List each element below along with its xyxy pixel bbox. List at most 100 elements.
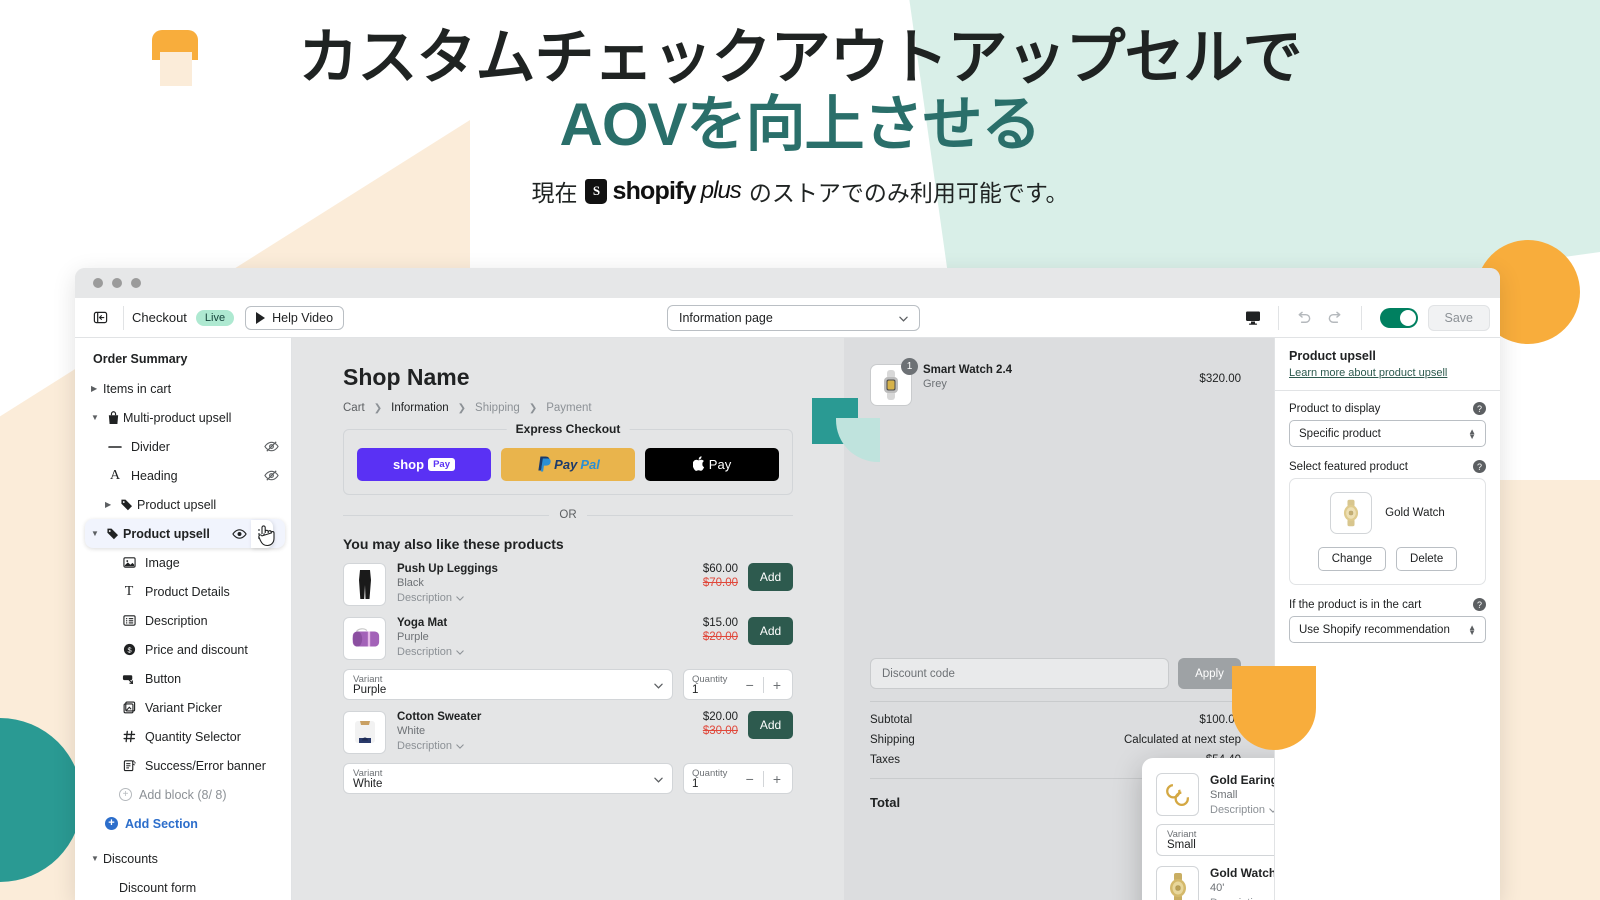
- preview-toggle[interactable]: [1379, 307, 1418, 328]
- text-T-icon: T: [124, 583, 134, 599]
- checkout-preview-canvas: Shop Name Cart ❯ Information ❯ Shipping …: [292, 338, 1274, 900]
- breadcrumb-payment[interactable]: Payment: [546, 402, 591, 414]
- add-block-label: Add block (8/ 8): [139, 787, 227, 802]
- sidebar-item-heading[interactable]: A Heading: [75, 461, 291, 490]
- back-panel-icon[interactable]: [85, 304, 115, 332]
- hidden-eye-icon[interactable]: [264, 469, 279, 482]
- sidebar-item-image[interactable]: Image: [75, 548, 291, 577]
- product-thumbnail[interactable]: [343, 563, 386, 606]
- product-price-block: $60.00 $70.00: [703, 563, 738, 589]
- page-header: カスタムチェックアウトアップセルで AOVを向上させる 現在 S shopify…: [0, 0, 1600, 208]
- product-variant: Black: [397, 577, 424, 589]
- product-name: Yoga Mat: [397, 617, 448, 629]
- product-thumbnail[interactable]: [343, 617, 386, 660]
- sidebar-item-label: Description: [145, 613, 208, 628]
- variant-select[interactable]: Variant Purple: [343, 669, 673, 700]
- image-icon: [119, 556, 139, 569]
- eye-icon[interactable]: [232, 528, 247, 540]
- variant-quantity-row: Variant White Quantity 1 − +: [343, 763, 793, 794]
- quantity-decrease-button[interactable]: −: [743, 771, 757, 787]
- sidebar-item-price-and-discount[interactable]: $ Price and discount: [75, 635, 291, 664]
- help-question-icon[interactable]: ?: [1473, 402, 1486, 415]
- sidebar-item-button[interactable]: Button: [75, 664, 291, 693]
- quantity-increase-button[interactable]: +: [770, 677, 784, 693]
- page-selector-dropdown[interactable]: Information page: [667, 304, 920, 331]
- floating-upsell-card: Gold Earings Small Description $60.00 $7…: [1142, 758, 1274, 900]
- sidebar-item-description[interactable]: Description: [75, 606, 291, 635]
- apple-pay-button[interactable]: Pay: [645, 448, 779, 481]
- learn-more-link[interactable]: Learn more about product upsell: [1289, 367, 1486, 379]
- sidebar-item-product-upsell-1[interactable]: ▶ Product upsell: [75, 490, 291, 519]
- desktop-icon[interactable]: [1238, 304, 1268, 332]
- editor-toolbar: Checkout Live Help Video Information pag…: [75, 298, 1500, 338]
- headline-line-2: AOVを向上させる: [559, 91, 1041, 159]
- add-section-button[interactable]: + Add Section: [75, 809, 291, 838]
- hidden-eye-icon[interactable]: [264, 440, 279, 453]
- product-description-toggle[interactable]: Description: [397, 646, 703, 658]
- play-icon: [256, 311, 266, 324]
- help-question-icon[interactable]: ?: [1473, 598, 1486, 611]
- sidebar-item-multi-product-upsell[interactable]: ▼ Multi-product upsell: [75, 403, 291, 432]
- product-description-toggle[interactable]: Description: [397, 592, 703, 604]
- quantity-increase-button[interactable]: +: [770, 771, 784, 787]
- quantity-stepper[interactable]: Quantity 1 − +: [683, 669, 793, 700]
- paypal-button[interactable]: Pay Pal: [501, 448, 635, 481]
- product-description-toggle[interactable]: Description: [397, 740, 703, 752]
- save-button[interactable]: Save: [1427, 304, 1490, 331]
- add-block-button[interactable]: + Add block (8/ 8): [75, 780, 291, 809]
- hash-icon: [119, 730, 139, 743]
- add-to-cart-button[interactable]: Add: [748, 563, 793, 591]
- discount-code-input[interactable]: Discount code: [870, 658, 1169, 689]
- chevron-down-icon: [456, 592, 464, 604]
- shop-pay-text: shop: [393, 457, 425, 472]
- product-thumbnail[interactable]: [1156, 866, 1199, 900]
- product-variant: Small: [1210, 789, 1238, 801]
- sidebar-item-discount-form[interactable]: Discount form: [75, 873, 291, 900]
- window-maximize-dot[interactable]: [131, 278, 141, 288]
- sidebar-item-quantity-selector[interactable]: Quantity Selector: [75, 722, 291, 751]
- variant-select[interactable]: Variant White: [343, 763, 673, 794]
- add-to-cart-button[interactable]: Add: [748, 617, 793, 645]
- sidebar-item-discounts[interactable]: ▼ Discounts: [75, 844, 291, 873]
- help-question-icon[interactable]: ?: [1473, 460, 1486, 473]
- product-description-toggle[interactable]: Description: [1210, 804, 1274, 816]
- sidebar-item-items-in-cart[interactable]: ▶ Items in cart: [75, 374, 291, 403]
- add-to-cart-button[interactable]: Add: [748, 711, 793, 739]
- sidebar-item-divider[interactable]: Divider: [75, 432, 291, 461]
- sidebar-title: Order Summary: [93, 352, 188, 366]
- delete-product-button[interactable]: Delete: [1396, 547, 1458, 571]
- in-cart-label-row: If the product is in the cart ?: [1289, 598, 1486, 611]
- chevron-down-icon: [899, 311, 908, 325]
- sidebar-item-success-error-banner[interactable]: Success/Error banner: [75, 751, 291, 780]
- in-cart-select[interactable]: Use Shopify recommendation ▲ ▼: [1289, 616, 1486, 643]
- sidebar-item-product-details[interactable]: T Product Details: [75, 577, 291, 606]
- cart-item-variant: Grey: [923, 378, 947, 390]
- quantity-stepper[interactable]: Quantity 1 − +: [683, 763, 793, 794]
- change-product-button[interactable]: Change: [1317, 547, 1387, 571]
- breadcrumb-shipping[interactable]: Shipping: [475, 402, 520, 414]
- shop-pay-button[interactable]: shop Pay: [357, 448, 491, 481]
- bag-icon: [103, 410, 123, 425]
- redo-icon[interactable]: [1321, 304, 1351, 332]
- product-thumbnail[interactable]: [343, 711, 386, 754]
- featured-product-card: Gold Watch Change Delete: [1289, 478, 1486, 585]
- help-video-button[interactable]: Help Video: [245, 305, 345, 330]
- dollar-icon: $: [119, 643, 139, 656]
- product-thumbnail[interactable]: [1156, 773, 1199, 816]
- toolbar-divider-2: [1277, 305, 1279, 330]
- sidebar-item-variant-picker[interactable]: Variant Picker: [75, 693, 291, 722]
- product-to-display-select[interactable]: Specific product ▲ ▼: [1289, 420, 1486, 447]
- breadcrumb-information[interactable]: Information: [391, 402, 449, 414]
- sidebar-item-label: Variant Picker: [145, 700, 222, 715]
- live-status-badge: Live: [195, 309, 235, 326]
- quantity-decrease-button[interactable]: −: [743, 677, 757, 693]
- express-checkout-section: Express Checkout shop Pay Pay Pal Pay: [343, 422, 793, 495]
- window-close-dot[interactable]: [93, 278, 103, 288]
- undo-icon[interactable]: [1289, 304, 1319, 332]
- express-checkout-label: Express Checkout: [506, 422, 630, 436]
- product-variant: White: [397, 725, 426, 737]
- window-minimize-dot[interactable]: [112, 278, 122, 288]
- breadcrumb-cart[interactable]: Cart: [343, 402, 365, 414]
- variant-label: Variant: [353, 767, 383, 779]
- variant-select[interactable]: Variant Small: [1156, 824, 1274, 856]
